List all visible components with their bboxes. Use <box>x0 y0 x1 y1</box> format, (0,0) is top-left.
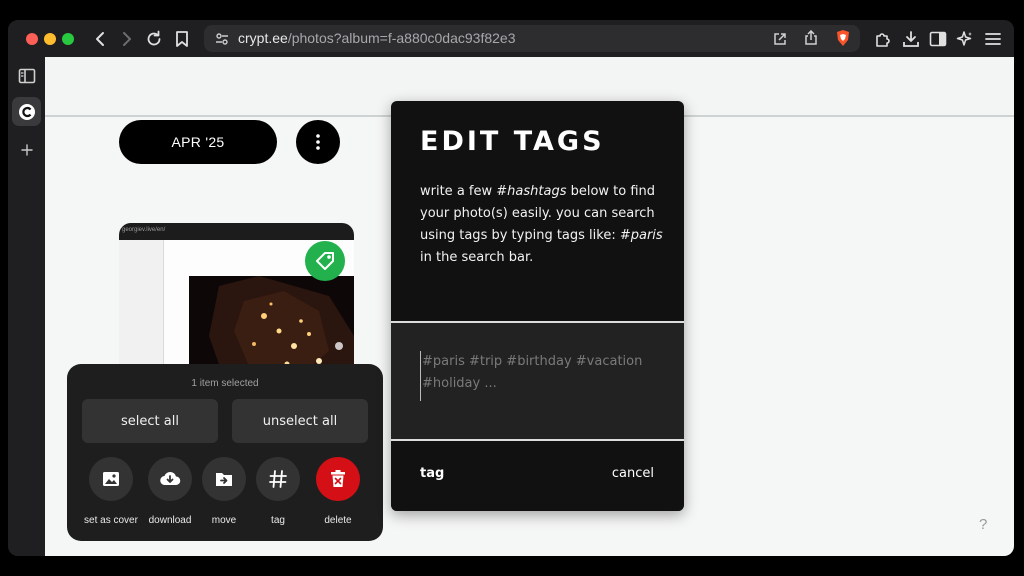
cancel-button[interactable]: cancel <box>612 466 654 481</box>
browser-window: crypt.ee/photos?album=f-a880c0dac93f82e3 <box>8 20 1014 556</box>
download-button[interactable] <box>148 457 192 501</box>
minimize-window-button[interactable] <box>44 33 56 45</box>
url-text[interactable]: crypt.ee/photos?album=f-a880c0dac93f82e3 <box>238 30 516 46</box>
folder-move-icon <box>216 473 232 486</box>
site-settings-icon[interactable] <box>215 31 229 50</box>
tags-input[interactable] <box>420 351 660 401</box>
extensions-icon[interactable] <box>872 28 894 50</box>
tag-button[interactable] <box>256 457 300 501</box>
tab-cryptee[interactable] <box>12 97 41 126</box>
month-label[interactable]: APR '25 <box>119 120 277 164</box>
maximize-window-button[interactable] <box>62 33 74 45</box>
tag-input-area <box>391 323 684 439</box>
select-all-button[interactable]: select all <box>82 399 218 443</box>
apply-tag-button[interactable]: tag <box>420 466 444 481</box>
download-label: download <box>148 515 192 526</box>
trash-icon <box>331 470 345 487</box>
menu-icon[interactable] <box>982 28 1004 50</box>
modal-description: write a few #hashtags below to find your… <box>420 184 663 265</box>
tagged-badge[interactable] <box>305 241 345 281</box>
new-tab-icon[interactable] <box>12 135 41 164</box>
set-as-cover-button[interactable] <box>89 457 133 501</box>
thumbnail-url-text: georgiev.live/en/ <box>122 227 166 233</box>
modal-footer: tag cancel <box>391 441 684 511</box>
forward-icon[interactable] <box>116 28 138 50</box>
unselect-all-button[interactable]: unselect all <box>232 399 368 443</box>
cryptee-favicon-icon <box>18 103 35 120</box>
leo-ai-icon[interactable] <box>954 28 976 50</box>
cloud-download-icon <box>160 471 181 486</box>
selection-panel: 1 item selected select all unselect all … <box>67 364 383 541</box>
set-as-cover-label: set as cover <box>84 515 138 526</box>
close-window-button[interactable] <box>26 33 38 45</box>
open-external-icon[interactable] <box>773 31 787 50</box>
edit-tags-modal: EDIT TAGS write a few #hashtags below to… <box>391 101 684 511</box>
tag-icon <box>316 252 334 270</box>
page-content: APR '25 georgiev.live/en/ 1 item selecte… <box>45 57 1014 556</box>
address-bar[interactable]: crypt.ee/photos?album=f-a880c0dac93f82e3 <box>204 25 860 52</box>
delete-label: delete <box>324 515 352 526</box>
back-icon[interactable] <box>89 28 111 50</box>
reload-icon[interactable] <box>143 28 165 50</box>
delete-button[interactable] <box>316 457 360 501</box>
sidebar-toggle-icon[interactable] <box>927 28 949 50</box>
modal-title: EDIT TAGS <box>420 126 605 157</box>
brave-shields-icon[interactable] <box>835 29 851 51</box>
more-vertical-icon <box>316 134 320 150</box>
vertical-tab-strip <box>8 57 45 556</box>
browser-toolbar: crypt.ee/photos?album=f-a880c0dac93f82e3 <box>8 20 1014 57</box>
selection-count: 1 item selected <box>191 378 259 389</box>
bookmark-icon[interactable] <box>171 28 193 50</box>
share-icon[interactable] <box>804 29 818 50</box>
thumbnail-browser-bar: georgiev.live/en/ <box>119 223 354 240</box>
downloads-icon[interactable] <box>900 28 922 50</box>
help-button[interactable]: ? <box>979 516 987 533</box>
image-icon <box>103 472 119 486</box>
move-button[interactable] <box>202 457 246 501</box>
move-label: move <box>211 515 237 526</box>
tag-label: tag <box>271 515 285 526</box>
more-options-button[interactable] <box>296 120 340 164</box>
tab-strip-toggle-icon[interactable] <box>12 61 41 90</box>
hashtag-icon <box>269 470 287 488</box>
